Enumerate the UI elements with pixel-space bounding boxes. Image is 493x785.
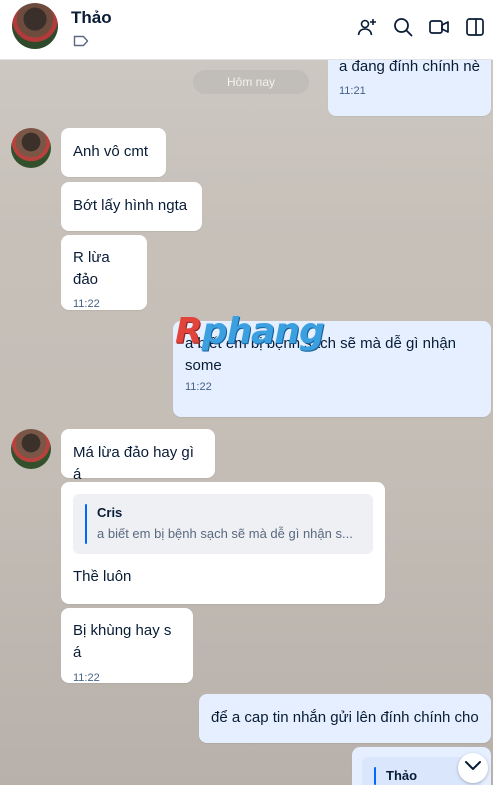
quoted-message[interactable]: Cris a biết em bị bệnh sạch sẽ mà dễ gì … (73, 494, 373, 554)
message-bubble-sent[interactable]: a biết em bị bệnh sạch sẽ mà dễ gì nhận … (173, 321, 491, 417)
message-text: Bị khùng hay s á (73, 622, 172, 661)
message-text: Thề luôn (73, 568, 132, 585)
message-text-line: some (185, 357, 222, 374)
message-bubble-received[interactable]: Bớt lấy hình ngta (61, 182, 202, 231)
message-text-line: a biết em bị bệnh sạch sẽ mà dễ gì nhận (185, 335, 457, 352)
message-text: Má lừa đảo hay gì á (73, 444, 194, 483)
message-bubble-received[interactable]: Bị khùng hay s á 11:22 (61, 608, 193, 684)
message-time: 11:22 (73, 298, 100, 310)
message-text: a đang đính chính nè (339, 60, 480, 75)
message-bubble-received[interactable]: Anh vô cmt (61, 128, 166, 177)
contact-name[interactable]: Thảo (71, 8, 112, 28)
quoted-text: a biết em bị bệnh sạch sẽ mà dễ gì nhận … (97, 526, 353, 541)
message-text: để a cap tin nhắn gửi lên đính chính cho (211, 709, 479, 726)
message-time: 11:22 (185, 381, 212, 393)
sidebar-toggle-icon[interactable] (464, 16, 486, 38)
message-bubble-sent[interactable]: a đang đính chính nè 11:21 (328, 60, 491, 116)
scroll-to-bottom-button[interactable] (458, 753, 488, 783)
message-list[interactable]: a đang đính chính nè 11:21 Hôm nay Anh v… (0, 60, 493, 785)
contact-avatar[interactable] (12, 3, 58, 49)
date-separator: Hôm nay (193, 70, 309, 94)
message-bubble-sent[interactable]: để a cap tin nhắn gửi lên đính chính cho (199, 694, 491, 743)
contact-avatar-small[interactable] (11, 128, 51, 168)
message-bubble-received-reply[interactable]: Cris a biết em bị bệnh sạch sẽ mà dễ gì … (61, 482, 385, 604)
chat-header: Thảo (0, 0, 493, 60)
quoted-sender: Cris (97, 505, 123, 520)
message-time: 11:22 (73, 672, 100, 684)
video-call-icon[interactable] (428, 16, 450, 38)
contact-avatar-small[interactable] (11, 429, 51, 469)
message-bubble-received[interactable]: Má lừa đảo hay gì á (61, 429, 215, 483)
chevron-down-icon (464, 759, 482, 777)
add-member-icon[interactable] (356, 16, 378, 38)
message-text: R lừa đảo (73, 249, 110, 288)
search-icon[interactable] (392, 16, 414, 38)
message-text: Bớt lấy hình ngta (73, 197, 188, 214)
label-tag-icon[interactable] (73, 34, 89, 47)
message-bubble-received[interactable]: R lừa đảo 11:22 (61, 235, 147, 310)
message-time: 11:21 (339, 85, 366, 97)
message-text: Anh vô cmt (73, 143, 149, 160)
